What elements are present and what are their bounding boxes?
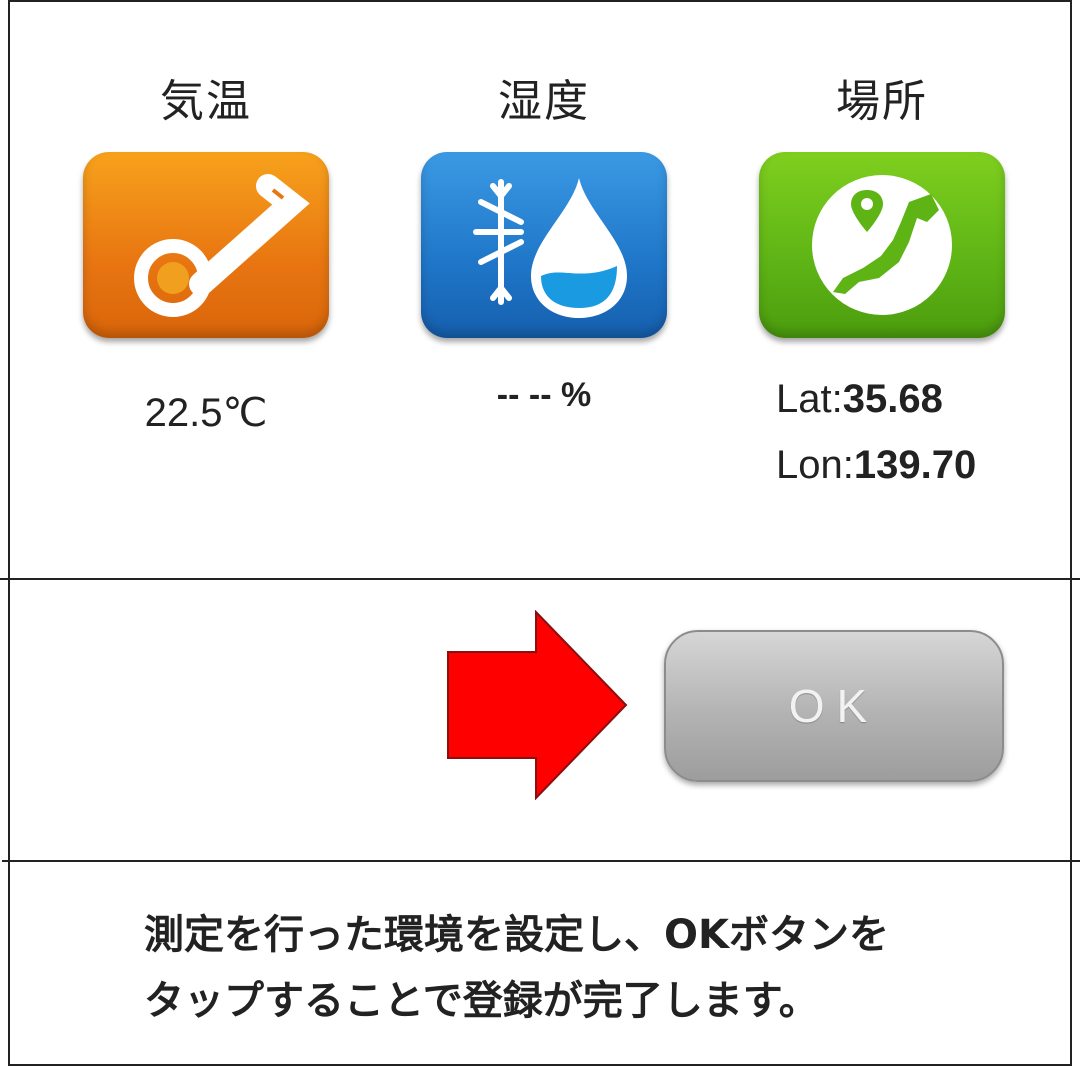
latitude-row: Lat:35.68 bbox=[776, 370, 976, 436]
thermometer-icon bbox=[134, 174, 310, 317]
instruction-line: タップすることで登録が完了します。 bbox=[144, 978, 819, 1024]
temperature-tile[interactable] bbox=[83, 152, 329, 338]
temperature-value: 22.5℃ bbox=[144, 391, 268, 435]
latitude-value: 35.68 bbox=[842, 377, 943, 421]
temperature-column: 気温 22.5℃ bbox=[76, 72, 336, 436]
temperature-title: 気温 bbox=[160, 76, 252, 127]
humidity-value: -- -- % bbox=[496, 376, 592, 414]
section-divider bbox=[2, 860, 1080, 862]
dialog-frame: 気温 22.5℃ 湿度 -- -- % 場所 Lat:35.68 Lon:139… bbox=[0, 0, 1080, 1066]
location-tile[interactable] bbox=[759, 152, 1005, 338]
humidity-column: 湿度 -- -- % bbox=[414, 72, 674, 415]
ok-button[interactable]: OK bbox=[664, 630, 1004, 782]
humidity-title: 湿度 bbox=[498, 76, 590, 127]
measurement-panel: 気温 22.5℃ 湿度 -- -- % 場所 Lat:35.68 Lon:139… bbox=[10, 2, 1070, 580]
humidity-tile[interactable] bbox=[421, 152, 667, 338]
location-title: 場所 bbox=[836, 76, 928, 127]
snow-water-drop-icon bbox=[473, 178, 627, 318]
section-divider bbox=[0, 578, 1080, 580]
location-column: 場所 bbox=[752, 72, 1012, 338]
japan-map-pin-icon bbox=[812, 175, 952, 315]
ok-button-label: OK bbox=[788, 680, 880, 732]
instruction-text: 測定を行った環境を設定し、OKボタンを タップすることで登録が完了します。 bbox=[144, 902, 1044, 1034]
longitude-label: Lon: bbox=[776, 443, 854, 487]
coordinates: Lat:35.68 Lon:139.70 bbox=[776, 370, 976, 502]
longitude-row: Lon:139.70 bbox=[776, 436, 976, 502]
longitude-value: 139.70 bbox=[853, 443, 977, 487]
instruction-line: 測定を行った環境を設定し、OKボタンを bbox=[144, 912, 889, 958]
latitude-label: Lat: bbox=[776, 377, 843, 421]
right-arrow-icon bbox=[447, 610, 628, 800]
